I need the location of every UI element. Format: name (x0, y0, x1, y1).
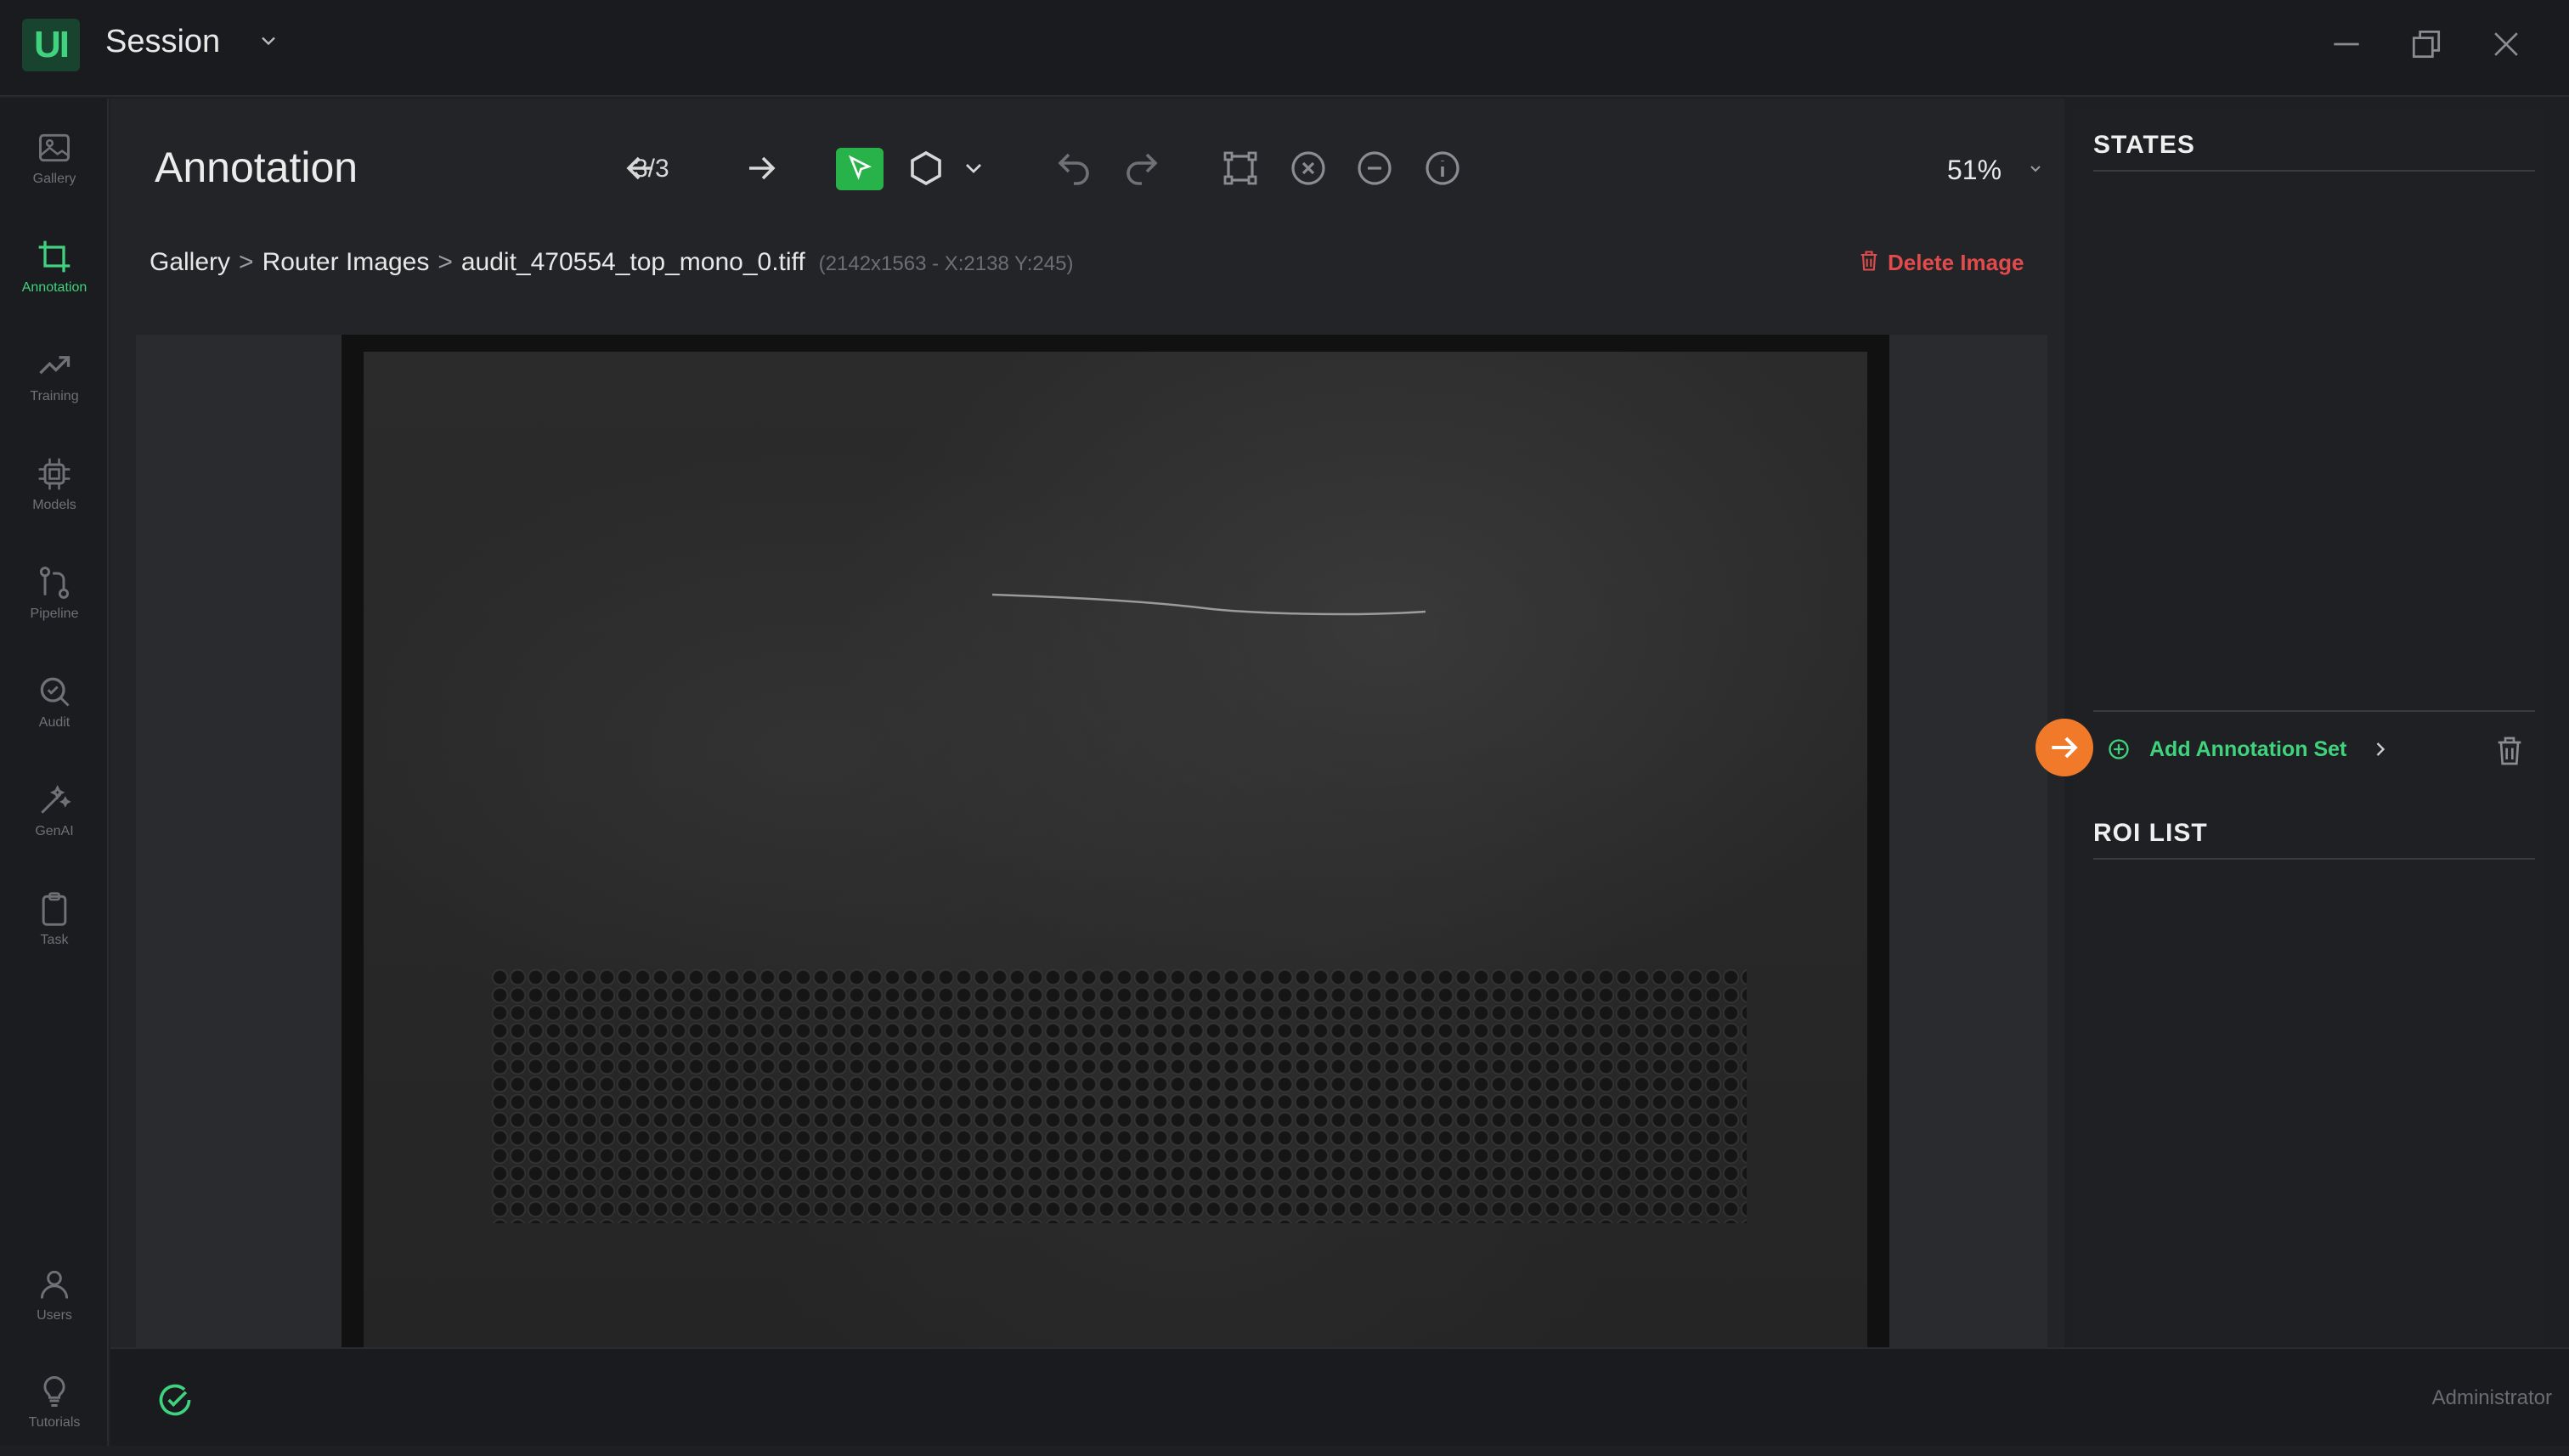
sidebar-item-label: Annotation (21, 280, 88, 295)
annotated-image[interactable] (364, 352, 1867, 1347)
sidebar-item-training[interactable]: Training (0, 336, 109, 430)
sidebar-item-annotation[interactable]: Annotation (0, 228, 109, 321)
main-content: Annotation 3/3 51% Gallery > Router Images… (110, 99, 2064, 1347)
user-icon (40, 1270, 69, 1299)
divider (2093, 170, 2535, 172)
chevron-down-icon[interactable] (257, 29, 280, 53)
sidebar: Gallery Annotation Training Models Pipel… (0, 99, 109, 1446)
check-circle-icon[interactable] (156, 1381, 194, 1419)
sidebar-item-label: Models (32, 498, 76, 512)
scratch-defect (992, 593, 1426, 616)
expand-panel-button[interactable] (2035, 719, 2093, 776)
info-icon[interactable] (1422, 148, 1463, 189)
cursor-icon (848, 155, 872, 180)
arrow-right-icon[interactable] (741, 148, 782, 189)
annotation-canvas[interactable] (136, 335, 2047, 1347)
lightbulb-icon (43, 1376, 65, 1407)
chevron-down-icon[interactable] (2025, 148, 2046, 189)
restore-icon[interactable] (2408, 25, 2445, 63)
sidebar-item-tutorials[interactable]: Tutorials (0, 1363, 109, 1456)
polygon-icon[interactable] (906, 148, 946, 189)
sidebar-item-users[interactable]: Users (0, 1256, 109, 1349)
sidebar-item-task[interactable]: Task (0, 880, 109, 973)
divider (2093, 858, 2535, 860)
magic-wand-icon (41, 785, 71, 814)
sidebar-item-models[interactable]: Models (0, 445, 109, 539)
breadcrumb-router-images[interactable]: Router Images (263, 248, 430, 276)
sidebar-item-pipeline[interactable]: Pipeline (0, 554, 109, 647)
app-logo: UI (22, 19, 80, 71)
right-panel: STATES Add Annotation Set ROI LIST (2073, 109, 2545, 1346)
divider (2093, 710, 2535, 712)
sidebar-item-label: Training (30, 389, 79, 404)
search-icon (40, 677, 70, 707)
image-meta: (2142x1563 - X:2138 Y:245) (818, 252, 1074, 275)
sidebar-item-label: Users (37, 1308, 72, 1323)
breadcrumb-gallery[interactable]: Gallery (150, 248, 230, 276)
chevron-down-icon[interactable] (960, 148, 987, 189)
add-annotation-set-button[interactable]: Add Annotation Set (2107, 737, 2346, 762)
add-annotation-set-label: Add Annotation Set (2149, 737, 2347, 761)
bounding-box-icon[interactable] (1220, 148, 1261, 189)
annotated-image-frame (342, 335, 1889, 1347)
title-bar: UI Session (0, 0, 2569, 97)
delete-image-button[interactable]: Delete Image (1857, 248, 2024, 276)
roi-list-title: ROI LIST (2093, 819, 2208, 847)
clear-circle-icon[interactable] (1288, 148, 1329, 189)
sidebar-item-audit[interactable]: Audit (0, 663, 109, 756)
status-bar: Administrator (110, 1347, 2569, 1446)
breadcrumb: Gallery > Router Images > audit_470554_top_m… (150, 248, 1073, 277)
minimize-icon[interactable] (2328, 25, 2365, 63)
minus-circle-icon[interactable] (1354, 148, 1395, 189)
breadcrumb-separator: > (239, 248, 254, 276)
sidebar-item-label: Task (40, 933, 69, 947)
states-title: STATES (2093, 131, 2195, 159)
current-user: Administrator (2431, 1386, 2552, 1409)
breadcrumb-filename: audit_470554_top_mono_0.tiff (460, 248, 805, 276)
sidebar-item-label: Pipeline (30, 607, 79, 621)
sidebar-item-label: Gallery (32, 172, 76, 186)
sidebar-item-label: Tutorials (28, 1415, 81, 1430)
vent-grille (491, 968, 1747, 1223)
sidebar-item-label: Audit (38, 715, 71, 730)
redo-icon[interactable] (1121, 148, 1162, 189)
crop-icon (38, 240, 71, 273)
clipboard-icon (42, 892, 67, 926)
page-title: Annotation (155, 144, 359, 191)
pipeline-icon (39, 567, 70, 599)
delete-image-label: Delete Image (1888, 250, 2024, 275)
trend-icon (39, 356, 71, 375)
sidebar-item-genai[interactable]: GenAI (0, 771, 109, 865)
sidebar-item-label: GenAI (35, 824, 74, 838)
trash-icon (1860, 251, 1877, 271)
undo-icon[interactable] (1053, 148, 1094, 189)
chip-icon (38, 458, 71, 490)
page-counter: 3/3 (634, 155, 669, 183)
zoom-level[interactable]: 51% (1947, 155, 2002, 186)
trash-icon[interactable] (2493, 732, 2527, 770)
plus-circle-icon (2109, 739, 2129, 759)
image-icon (39, 133, 70, 162)
close-icon[interactable] (2487, 25, 2525, 63)
arrow-right-icon (2052, 736, 2078, 759)
chevron-right-icon[interactable] (2369, 737, 2392, 761)
sidebar-item-gallery[interactable]: Gallery (0, 119, 109, 212)
breadcrumb-separator: > (438, 248, 453, 276)
session-title[interactable]: Session (105, 24, 220, 60)
select-tool-button[interactable] (836, 148, 884, 190)
